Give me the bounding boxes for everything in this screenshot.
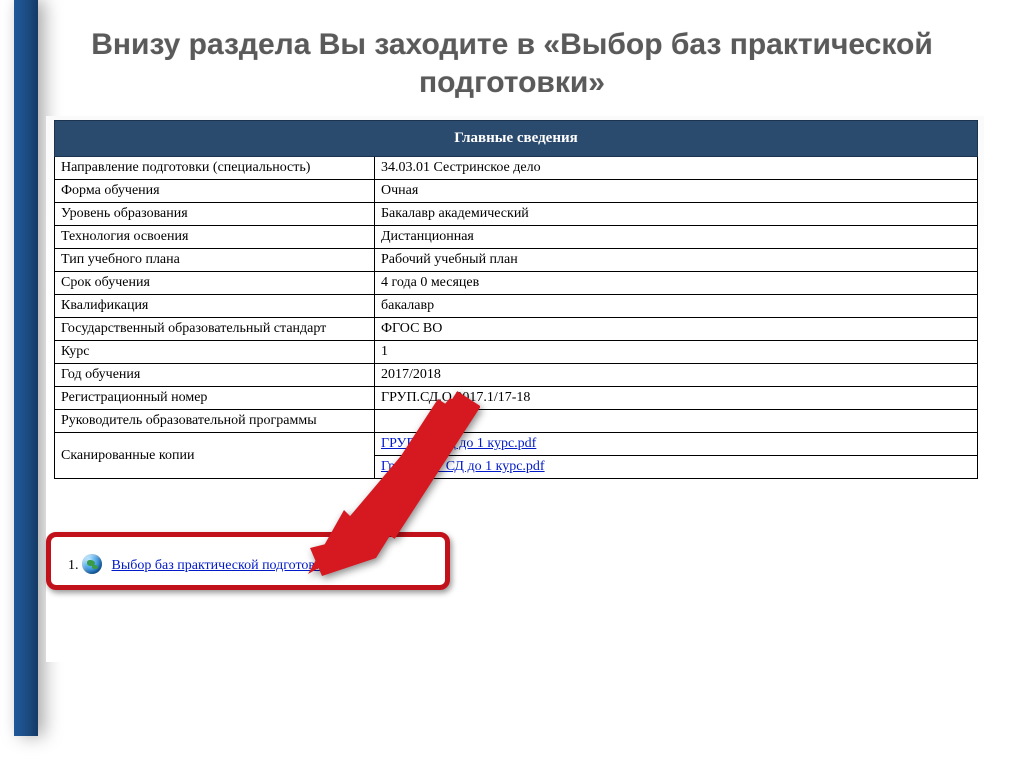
row-value: ГРУП 17 СД до 1 курс.pdf (375, 433, 978, 456)
row-label: Технология освоения (55, 226, 375, 249)
row-value: 4 года 0 месяцев (375, 272, 978, 295)
info-table: Главные сведенияНаправление подготовки (… (54, 120, 978, 479)
row-value: Бакалавр академический (375, 203, 978, 226)
table-header: Главные сведения (55, 121, 978, 157)
row-value: ФГОС ВО (375, 318, 978, 341)
page-title: Внизу раздела Вы заходите в «Выбор баз п… (0, 26, 1024, 101)
table-row: Курс1 (55, 341, 978, 364)
row-value: 1 (375, 341, 978, 364)
table-row: Год обучения2017/2018 (55, 364, 978, 387)
scan-file-link[interactable]: График 17 СД до 1 курс.pdf (381, 459, 545, 474)
row-label: Курс (55, 341, 375, 364)
table-row: Квалификациябакалавр (55, 295, 978, 318)
row-value: 34.03.01 Сестринское дело (375, 157, 978, 180)
row-label: Руководитель образовательной программы (55, 410, 375, 433)
globe-icon (82, 554, 102, 574)
row-label: Государственный образовательный стандарт (55, 318, 375, 341)
row-value: Рабочий учебный план (375, 249, 978, 272)
row-label: Форма обучения (55, 180, 375, 203)
row-value: График 17 СД до 1 курс.pdf (375, 456, 978, 479)
table-row: Направление подготовки (специальность)34… (55, 157, 978, 180)
row-value: Дистанционная (375, 226, 978, 249)
table-row: Тип учебного планаРабочий учебный план (55, 249, 978, 272)
practical-bases-link[interactable]: Выбор баз практической подготовки (112, 558, 330, 573)
row-label: Квалификация (55, 295, 375, 318)
table-row: Технология освоенияДистанционная (55, 226, 978, 249)
table-row: Сканированные копииГРУП 17 СД до 1 курс.… (55, 433, 978, 456)
table-row: Руководитель образовательной программы (55, 410, 978, 433)
row-value: бакалавр (375, 295, 978, 318)
nav-list-item: Выбор баз практической подготовки (82, 550, 454, 578)
row-label: Регистрационный номер (55, 387, 375, 410)
row-value: Очная (375, 180, 978, 203)
row-label: Направление подготовки (специальность) (55, 157, 375, 180)
row-value: 2017/2018 (375, 364, 978, 387)
table-row: Государственный образовательный стандарт… (55, 318, 978, 341)
table-row: Срок обучения4 года 0 месяцев (55, 272, 978, 295)
main-content: Главные сведенияНаправление подготовки (… (54, 120, 978, 479)
row-label: Уровень образования (55, 203, 375, 226)
scan-file-link[interactable]: ГРУП 17 СД до 1 курс.pdf (381, 436, 536, 451)
table-row: Регистрационный номерГРУП.СД.О.2017.1/17… (55, 387, 978, 410)
row-value: ГРУП.СД.О.2017.1/17-18 (375, 387, 978, 410)
table-row: Уровень образованияБакалавр академически… (55, 203, 978, 226)
row-label: Год обучения (55, 364, 375, 387)
row-label: Срок обучения (55, 272, 375, 295)
row-value (375, 410, 978, 433)
row-label: Сканированные копии (55, 433, 375, 479)
row-label: Тип учебного плана (55, 249, 375, 272)
table-row: Форма обученияОчная (55, 180, 978, 203)
nav-link-block: Выбор баз практической подготовки (54, 536, 454, 578)
slide-side-stripe (14, 0, 38, 736)
